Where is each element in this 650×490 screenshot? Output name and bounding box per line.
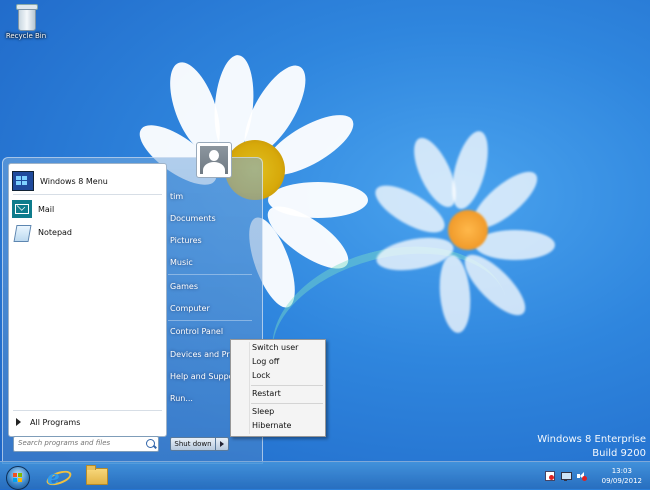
separator [251, 385, 323, 386]
start-right-documents[interactable]: Documents [170, 214, 216, 223]
start-right-music[interactable]: Music [170, 258, 193, 267]
separator [251, 403, 323, 404]
taskbar: e 13:03 09/09/2012 [0, 461, 650, 490]
network-icon[interactable] [561, 471, 572, 481]
system-clock[interactable]: 13:03 09/09/2012 [602, 466, 642, 486]
taskbar-internet-explorer[interactable]: e [44, 464, 74, 489]
desktop-icon-recycle-bin[interactable]: Recycle Bin [4, 4, 48, 40]
start-item-label: Mail [38, 204, 55, 214]
start-right-help-support[interactable]: Help and Suppor [170, 372, 237, 381]
windows8-menu-icon [12, 171, 34, 191]
clock-time: 13:03 [611, 467, 632, 475]
separator [13, 194, 162, 195]
start-button[interactable] [2, 464, 30, 490]
start-item-label: Windows 8 Menu [40, 176, 108, 186]
start-right-pictures[interactable]: Pictures [170, 236, 202, 245]
power-options-menu: Switch user Log off Lock Restart Sleep H… [230, 339, 326, 437]
start-menu-programs-pane: Windows 8 Menu Mail Notepad All Programs [8, 163, 167, 437]
separator [13, 410, 162, 411]
separator [168, 274, 252, 275]
windows-orb-icon [6, 466, 30, 490]
arrow-right-icon [16, 418, 21, 426]
start-item-windows8-menu[interactable]: Windows 8 Menu [9, 170, 166, 192]
menu-item-switch-user[interactable]: Switch user [252, 343, 298, 352]
start-right-user[interactable]: tim [170, 192, 183, 201]
start-item-label: Notepad [38, 227, 72, 237]
start-item-mail[interactable]: Mail [9, 198, 166, 220]
user-avatar[interactable] [196, 142, 232, 178]
all-programs-label: All Programs [30, 417, 81, 427]
action-center-flag-icon[interactable] [545, 471, 555, 481]
start-right-computer[interactable]: Computer [170, 304, 210, 313]
menu-item-sleep[interactable]: Sleep [252, 407, 274, 416]
start-right-games[interactable]: Games [170, 282, 198, 291]
all-programs-button[interactable]: All Programs [9, 413, 166, 431]
menu-item-restart[interactable]: Restart [252, 389, 281, 398]
search-icon[interactable] [146, 439, 155, 448]
menu-item-hibernate[interactable]: Hibernate [252, 421, 291, 430]
shutdown-options-button[interactable] [215, 437, 229, 451]
start-menu: Windows 8 Menu Mail Notepad All Programs [2, 157, 263, 464]
notepad-icon [12, 223, 32, 242]
menu-item-log-off[interactable]: Log off [252, 357, 279, 366]
start-right-run[interactable]: Run... [170, 394, 193, 403]
taskbar-file-explorer[interactable] [83, 464, 111, 487]
clock-date: 09/09/2012 [601, 477, 642, 485]
search-input[interactable] [14, 437, 138, 449]
shutdown-button[interactable]: Shut down [170, 437, 216, 451]
mail-icon [12, 200, 32, 218]
start-item-notepad[interactable]: Notepad [9, 221, 166, 243]
separator [168, 320, 252, 321]
recycle-bin-icon [15, 4, 38, 31]
volume-muted-icon[interactable] [577, 471, 587, 481]
desktop-icon-label: Recycle Bin [5, 32, 47, 40]
search-box [13, 436, 159, 452]
build-watermark: Build 9200 [592, 448, 646, 459]
edition-watermark: Windows 8 Enterprise [537, 434, 646, 445]
menu-item-lock[interactable]: Lock [252, 371, 270, 380]
start-right-control-panel[interactable]: Control Panel [170, 327, 223, 336]
user-icon [200, 146, 228, 174]
file-explorer-icon [86, 465, 108, 485]
